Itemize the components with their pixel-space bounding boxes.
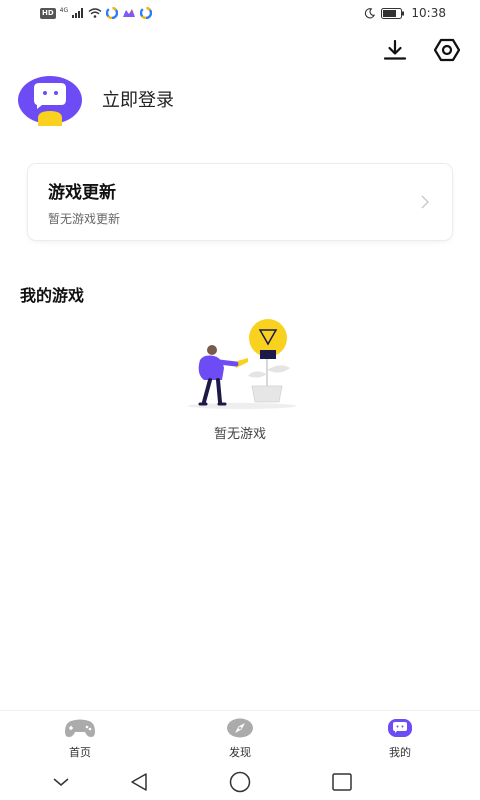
clock: 10:38 bbox=[411, 6, 446, 20]
nav-label-home: 首页 bbox=[69, 746, 91, 759]
card-title: 游戏更新 bbox=[48, 183, 116, 203]
home-circle-icon bbox=[229, 771, 251, 793]
avatar bbox=[18, 74, 82, 126]
nav-item-discover[interactable]: 发现 bbox=[200, 717, 280, 760]
back-button[interactable] bbox=[124, 768, 154, 796]
status-bar: HD 4G 10:38 bbox=[0, 0, 480, 30]
status-left: HD 4G bbox=[40, 7, 153, 19]
login-entry[interactable]: 立即登录 bbox=[18, 74, 174, 126]
back-triangle-icon bbox=[131, 773, 147, 791]
empty-state-illustration bbox=[188, 319, 296, 409]
settings-button[interactable] bbox=[434, 38, 460, 62]
my-games-title: 我的游戏 bbox=[20, 286, 85, 305]
card-subtitle: 暂无游戏更新 bbox=[48, 212, 121, 226]
app-notification-icon-2 bbox=[140, 7, 153, 19]
nav-item-home[interactable]: 首页 bbox=[40, 717, 120, 760]
home-button[interactable] bbox=[225, 768, 255, 796]
network-type: 4G bbox=[59, 7, 69, 14]
settings-icon bbox=[434, 38, 460, 62]
status-right: 10:38 bbox=[364, 6, 446, 20]
game-updates-card[interactable]: 游戏更新 暂无游戏更新 bbox=[28, 164, 452, 240]
nav-label-discover: 发现 bbox=[229, 746, 251, 759]
nav-label-mine: 我的 bbox=[389, 746, 411, 759]
signal-icon bbox=[72, 8, 84, 18]
top-actions bbox=[382, 38, 460, 62]
download-button[interactable] bbox=[382, 38, 408, 62]
system-nav-bar bbox=[0, 764, 480, 800]
mascot-avatar-icon bbox=[18, 76, 82, 126]
recents-square-icon bbox=[332, 773, 352, 791]
chevron-right-icon bbox=[421, 195, 429, 209]
bottom-nav: 首页 发现 我的 bbox=[0, 710, 480, 764]
chevron-down-icon bbox=[53, 778, 69, 786]
hd-badge: HD bbox=[40, 7, 56, 19]
battery-icon bbox=[381, 7, 405, 19]
game-notification-icon bbox=[123, 9, 136, 17]
compass-icon bbox=[227, 718, 253, 738]
download-icon bbox=[383, 39, 407, 60]
collapse-button[interactable] bbox=[46, 768, 76, 796]
do-not-disturb-moon-icon bbox=[365, 7, 376, 18]
empty-games-text: 暂无游戏 bbox=[213, 427, 266, 442]
wifi-icon bbox=[88, 8, 102, 18]
app-notification-icon bbox=[106, 7, 119, 19]
mascot-icon bbox=[388, 719, 412, 737]
gamepad-icon bbox=[65, 719, 95, 737]
profile-page: HD 4G 10:38 立即登录 游戏更新 暂无游戏更新 我的游戏 暂无游戏 首… bbox=[0, 0, 480, 800]
login-label: 立即登录 bbox=[102, 90, 174, 111]
recents-button[interactable] bbox=[327, 768, 357, 796]
nav-item-mine[interactable]: 我的 bbox=[360, 717, 440, 760]
